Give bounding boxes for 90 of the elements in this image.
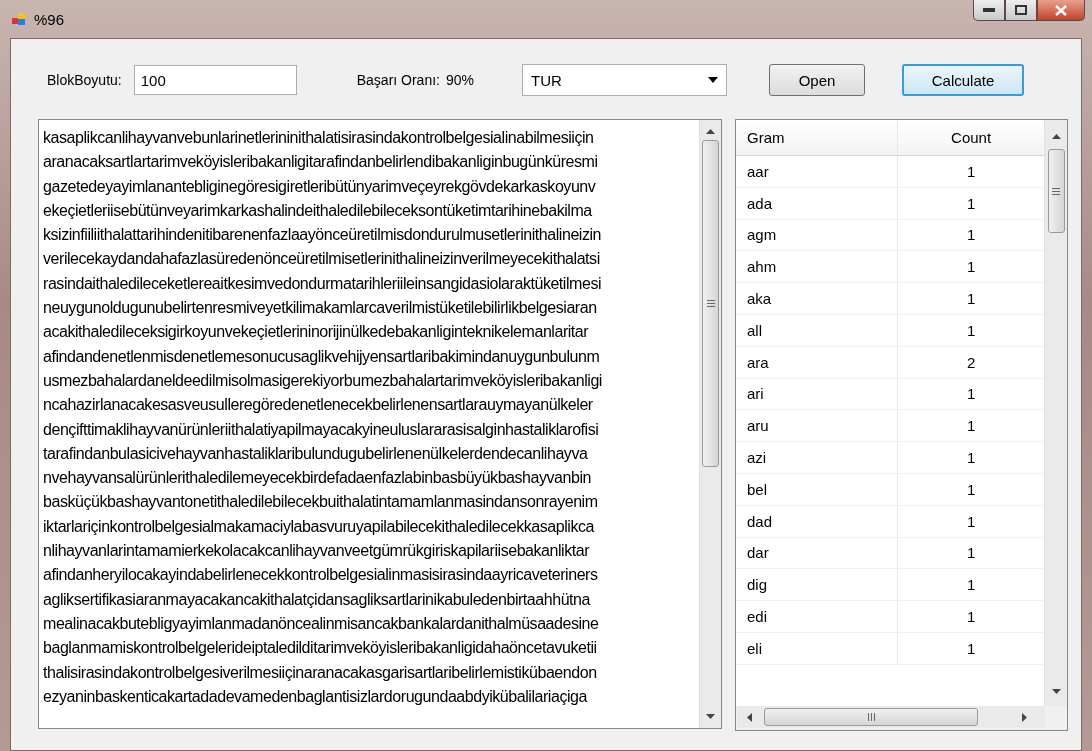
open-button[interactable]: Open: [769, 64, 865, 96]
close-button[interactable]: [1037, 0, 1085, 21]
text-line: nvehayvansalürünlerithaledilemeyecekbirdefadaenfazlabinbasbüyükbashayvanbin: [43, 468, 592, 489]
text-line: mealinacakbutebligyayimlanmadanöncealinmisancakbankalardanithalmüsaadesine: [43, 613, 600, 634]
text-line: ncahazirlanacakesasveusulleregöredenetlenecekbelirlenensartlarauymayanülkeler: [43, 395, 594, 416]
table-cell: aka: [736, 283, 898, 314]
table-cell: ada: [736, 187, 898, 219]
text-line: afindandenetlenmisdenetlemesonucusaglikvehijyensartlaribakimindanuygunbulunm: [43, 346, 601, 367]
grip-icon: [867, 713, 875, 721]
calculate-button[interactable]: Calculate: [902, 64, 1024, 96]
window-title: %96: [34, 10, 65, 28]
maximize-button[interactable]: [1005, 0, 1037, 21]
scroll-down-icon: [706, 714, 715, 719]
dropdown-arrow-icon: [708, 77, 718, 83]
text-line: ezyaninbaskenticakartadadevamedenbaglantisizlardorugundaabdyikübalilariaçiga: [43, 686, 589, 707]
table-cell: aru: [736, 410, 898, 442]
success-rate-label: Başarı Oranı:: [356, 72, 440, 88]
table-cell-text: 1: [965, 385, 977, 403]
vertical-scrollbar[interactable]: [1044, 120, 1067, 706]
text-line: thalisirasindakontrolbelgesiverilmesiiçinaranacakasgarisartlaribelirlemistikübaendon: [43, 662, 598, 683]
text-line: usmezbahalardaneldeedilmisolmasigerekiyorbumezbahalartarimveköyisleribakanligi: [43, 370, 603, 391]
scroll-thumb[interactable]: [1047, 149, 1065, 233]
text-line: dençifttimaklihayvanürünleriithalatiyapilmayacakyineuluslararasisalginhastaliklarofisi: [43, 419, 600, 440]
text-line: neuygunoldugunubelirtenresmiveyetkilimakamlarcaverilmistüketilebilirlikbelgesiaran: [43, 298, 598, 319]
text-line: agliksertifikasiaranmayacakancakithalatçidansagliksartlarinikabuledenbirtaahhütna: [43, 589, 592, 610]
text-line: kasaplikcanlihayvanvebunlarinetlerininithalatisirasindakontrolbelgesialinabilmesiiçin: [43, 128, 595, 148]
table-cell-text: 1: [965, 480, 977, 498]
table-cell: ara: [736, 346, 898, 378]
table-cell-text: 1: [965, 417, 977, 435]
text-line: verilecekaydandahafazlasüredenönceüretilmisetlerinithalineizinverilmeyecekithalatsi: [43, 249, 601, 270]
block-size-field[interactable]: 100: [133, 65, 297, 95]
table-cell-text: 1: [965, 290, 977, 308]
scroll-right-icon: [1022, 712, 1027, 722]
horizontal-scrollbar[interactable]: [737, 706, 1045, 728]
text-line: iktarlariçinkontrolbelgesialmakamaciylabasvuruyapilabilecekithaledilecekkasaplikca: [43, 516, 596, 537]
table-cell: all: [736, 315, 898, 346]
table-cell: azi: [736, 442, 898, 473]
scroll-left-icon: [747, 712, 752, 722]
scroll-thumb[interactable]: [764, 708, 978, 726]
scroll-thumb[interactable]: [702, 140, 719, 467]
table-cell-text: 1: [965, 162, 977, 180]
table-cell: eli: [736, 632, 898, 664]
language-dropdown[interactable]: TUR: [522, 64, 727, 96]
app-icon: [12, 12, 26, 26]
table-cell-text: 1: [965, 608, 977, 626]
grip-icon: [1052, 187, 1061, 195]
minimize-button[interactable]: [973, 0, 1005, 21]
table-cell-text: 1: [965, 544, 977, 562]
table-cell: dar: [736, 537, 898, 569]
block-size-label: BlokBoyutu:: [47, 72, 122, 88]
column-header[interactable]: Gram: [736, 120, 898, 155]
text-line: gazetedeyayimlanantebliginegöresigiretleribütünyarimveçeyrekgövdekarkaskoyunv: [43, 176, 597, 197]
text-line: afindanheryilocakayindabelirlenecekkontrolbelgesialinmasisirasindaayricaveteriners: [43, 565, 599, 586]
table-cell-text: 1: [965, 639, 977, 657]
text-line: basküçükbashayvantonetithaledilebilecekbuithalatintamamlanmasindansonrayenim: [43, 492, 599, 513]
table-cell: bel: [736, 473, 898, 505]
table-cell-text: 1: [965, 194, 977, 212]
text-line: ekeçietleriisebütünveyarimkarkashalindeithaledilebileceksontüketimtarihinebakilma: [43, 200, 593, 221]
table-cell-text: 2: [965, 353, 977, 371]
maximize-icon: [1015, 5, 1027, 15]
table-cell: agm: [736, 219, 898, 251]
text-line: baglanmamiskontrolbelgelerideiptaledilditarimveköyisleribakanligidahaöncetavuketii: [43, 638, 598, 659]
text-line: acakithaledileceksigirkoyunvekeçietlerininorijinülkedebakanliginteknikelemanlaritar: [43, 322, 590, 343]
text-line: tarafindanbulasicivehayvanhastaliklaribulundugubelirlenenülkelerdendecanlihayva: [43, 443, 589, 464]
table-cell: ahm: [736, 251, 898, 283]
grip-icon: [706, 300, 715, 307]
table-cell-text: 1: [965, 321, 977, 339]
text-line: aranacaksartlartarimveköyisleribakanligitarafindanbelirlendibakanliginbugünküresmi: [43, 152, 599, 173]
text-box[interactable]: [38, 119, 722, 729]
scroll-up-icon: [1051, 134, 1061, 139]
table-cell-text: 1: [965, 258, 977, 276]
scroll-up-icon: [706, 129, 715, 134]
close-icon: [1055, 4, 1067, 16]
text-line: ksizinfiiliithalattarihindenitibarenenfazlaayönceüretilmisdondurulmusetlerinithalineizin: [43, 225, 603, 246]
vertical-scrollbar[interactable]: [699, 120, 721, 728]
scroll-down-icon: [1051, 689, 1061, 694]
table-cell: dig: [736, 569, 898, 601]
table-cell-text: 1: [965, 449, 977, 467]
table-cell: edi: [736, 601, 898, 632]
minimize-icon: [983, 8, 995, 12]
table-cell: aar: [736, 156, 898, 187]
table-cell-text: 1: [965, 226, 977, 244]
success-rate-value: 90%: [446, 72, 474, 88]
table-cell: ari: [736, 378, 898, 410]
table-cell: dad: [736, 505, 898, 537]
table-cell-text: 1: [965, 512, 977, 530]
text-line: rasindaithaledileceketlereaitkesimvedondurmatarihleriileinsangidasiolaraktüketilmesi: [43, 273, 603, 294]
column-header[interactable]: Count: [898, 129, 1045, 146]
text-line: nlihayvanlarintamamierkekolacakcanlihayvanveetgümrükgiriskapilariisebakanliktar: [43, 541, 591, 562]
table-cell-text: 1: [965, 576, 977, 594]
